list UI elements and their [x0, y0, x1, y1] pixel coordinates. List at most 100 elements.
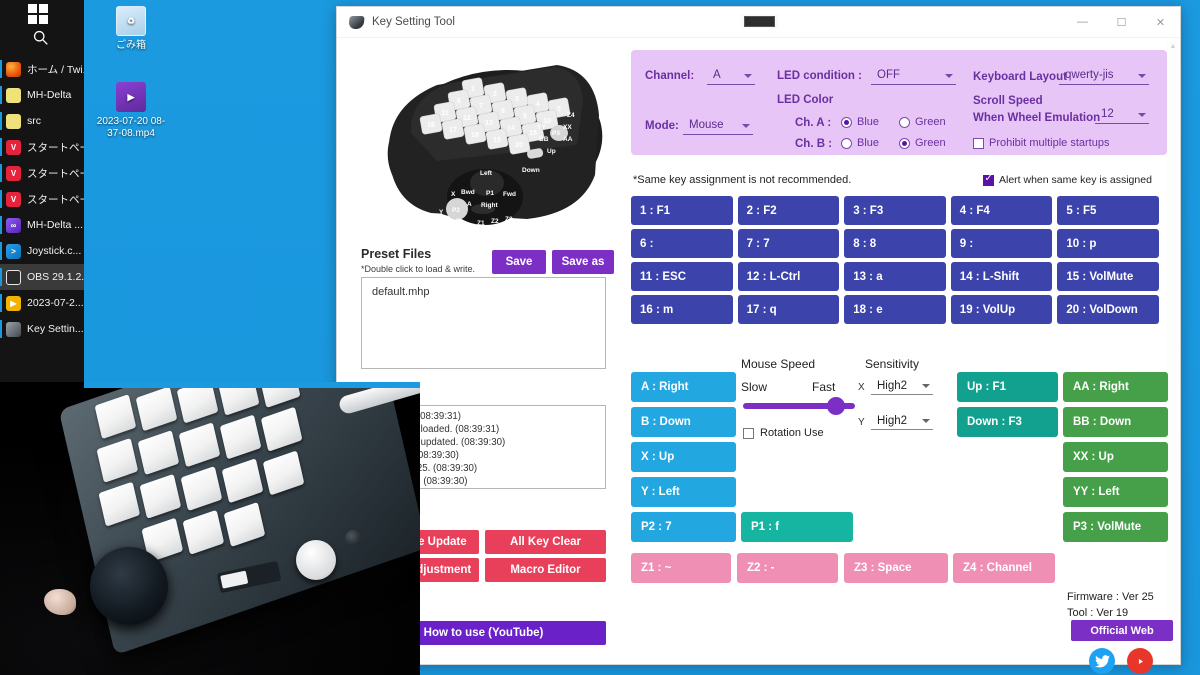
sensitivity-y-select[interactable]: High2	[871, 411, 933, 430]
key-button-8[interactable]: 8 : 8	[844, 229, 946, 258]
active-indicator	[0, 216, 2, 234]
screen: ♻ ごみ箱 ▶ 2023-07-20 08-37-08.mp4 ホーム / Tw…	[0, 0, 1200, 675]
mouse-speed-slider-thumb[interactable]	[827, 397, 845, 415]
save-button[interactable]: Save	[492, 250, 546, 274]
ch-b-blue-radio[interactable]: Blue	[841, 137, 879, 149]
minimize-button[interactable]: —	[1063, 7, 1102, 38]
window-scrollbar[interactable]	[1167, 39, 1179, 663]
radio-icon[interactable]	[899, 137, 910, 149]
key-button-2[interactable]: 2 : F2	[737, 196, 840, 225]
ch-a-green-radio[interactable]: Green	[899, 116, 946, 128]
title-bar[interactable]: Key Setting Tool — ☐ ✕	[337, 7, 1180, 38]
taskbar-item-obs[interactable]: OBS 29.1.2...	[0, 264, 84, 290]
key-button-13[interactable]: 13 : a	[844, 262, 946, 291]
stick-button-x[interactable]: X : Up	[631, 442, 736, 472]
all-key-clear-button[interactable]: All Key Clear	[485, 530, 606, 554]
official-web-button[interactable]: Official Web	[1071, 620, 1173, 641]
tool-version: Tool : Ver 19	[1067, 607, 1129, 619]
taskbar-item-firefox[interactable]: ホーム / Twi...	[0, 56, 84, 82]
taskbar-item-vivaldi-2[interactable]: V スタートペー...	[0, 160, 84, 186]
stick-button-p1[interactable]: P1 : f	[741, 512, 853, 542]
prohibit-multiple-startups-checkbox[interactable]: Prohibit multiple startups	[973, 137, 1109, 149]
checkbox-icon[interactable]	[973, 137, 984, 149]
key-button-3[interactable]: 3 : F3	[844, 196, 946, 225]
preset-file-item[interactable]: default.mhp	[372, 286, 595, 298]
key-button-20[interactable]: 20 : VolDown	[1057, 295, 1159, 324]
key-button-5[interactable]: 5 : F5	[1057, 196, 1159, 225]
key-button-12[interactable]: 12 : L-Ctrl	[737, 262, 840, 291]
keyboard-layout-select[interactable]: qwerty-jis	[1059, 67, 1149, 85]
scroll-up-arrow[interactable]: ▲	[1169, 43, 1177, 51]
taskbar-item-visual-studio[interactable]: ∞ MH-Delta ...	[0, 212, 84, 238]
radio-icon[interactable]	[841, 116, 852, 128]
key-button-9[interactable]: 9 :	[950, 229, 1053, 258]
stick-button-down[interactable]: Down : F3	[957, 407, 1058, 437]
sensitivity-x-select[interactable]: High2	[871, 376, 933, 395]
stick-button-b[interactable]: B : Down	[631, 407, 736, 437]
save-as-button[interactable]: Save as	[552, 250, 614, 274]
stick-button-y[interactable]: Y : Left	[631, 477, 736, 507]
stick-button-bb[interactable]: BB : Down	[1063, 407, 1168, 437]
key-button-7[interactable]: 7 : 7	[737, 229, 840, 258]
desktop-icon-video-file[interactable]: ▶ 2023-07-20 08-37-08.mp4	[92, 82, 170, 140]
key-button-11[interactable]: 11 : ESC	[631, 262, 733, 291]
stick-button-z2[interactable]: Z2 : -	[737, 553, 838, 583]
desktop-icon-label: ごみ箱	[116, 40, 146, 51]
twitter-icon[interactable]	[1089, 648, 1115, 674]
close-button[interactable]: ✕	[1141, 7, 1180, 38]
taskbar-item-vivaldi-3[interactable]: V スタートペー...	[0, 186, 84, 212]
taskbar-item-mh-delta-folder[interactable]: MH-Delta	[0, 82, 84, 108]
key-button-1[interactable]: 1 : F1	[631, 196, 733, 225]
alert-same-key-checkbox[interactable]: Alert when same key is assigned	[983, 173, 1152, 186]
scroll-speed-label-line1: Scroll Speed	[973, 95, 1043, 107]
key-setting-tool-icon	[6, 321, 21, 337]
checkbox-icon[interactable]	[983, 173, 994, 186]
key-button-6[interactable]: 6 :	[631, 229, 733, 258]
key-button-4[interactable]: 4 : F4	[950, 196, 1053, 225]
stick-button-up[interactable]: Up : F1	[957, 372, 1058, 402]
desktop-icon-recycle-bin[interactable]: ♻ ごみ箱	[92, 6, 170, 52]
key-button-16[interactable]: 16 : m	[631, 295, 733, 324]
ch-b-green-radio[interactable]: Green	[899, 137, 946, 149]
key-button-10[interactable]: 10 : p	[1057, 229, 1159, 258]
webcam-notch	[741, 14, 778, 28]
radio-icon[interactable]	[899, 116, 910, 128]
mode-select[interactable]: Mouse	[683, 117, 753, 135]
key-button-17[interactable]: 17 : q	[737, 295, 840, 324]
rotation-use-checkbox[interactable]: Rotation Use	[743, 427, 824, 439]
stick-button-p2[interactable]: P2 : 7	[631, 512, 736, 542]
key-button-19[interactable]: 19 : VolUp	[950, 295, 1053, 324]
stick-button-aa[interactable]: AA : Right	[1063, 372, 1168, 402]
key-button-18[interactable]: 18 : e	[844, 295, 946, 324]
stick-button-z1[interactable]: Z1 : ~	[631, 553, 731, 583]
stick-button-z4[interactable]: Z4 : Channel	[953, 553, 1055, 583]
maximize-button[interactable]: ☐	[1102, 7, 1141, 38]
youtube-icon[interactable]	[1127, 648, 1153, 674]
checkbox-icon[interactable]	[743, 427, 754, 439]
channel-select[interactable]: A	[707, 67, 755, 85]
taskbar-item-vscode[interactable]: > Joystick.c...	[0, 238, 84, 264]
windows-start-icon[interactable]	[28, 4, 48, 24]
video-top-strip	[84, 382, 420, 388]
radio-icon[interactable]	[841, 137, 852, 149]
key-button-14[interactable]: 14 : L-Shift	[950, 262, 1053, 291]
ch-a-blue-radio[interactable]: Blue	[841, 116, 879, 128]
preset-files-list[interactable]: default.mhp	[361, 277, 606, 369]
taskbar-item-key-setting-tool[interactable]: Key Settin...	[0, 316, 84, 342]
macro-editor-button[interactable]: Macro Editor	[485, 558, 606, 582]
stick-button-yy[interactable]: YY : Left	[1063, 477, 1168, 507]
stick-button-a[interactable]: A : Right	[631, 372, 736, 402]
stick-button-z3[interactable]: Z3 : Space	[844, 553, 948, 583]
taskbar-item-src-folder[interactable]: src	[0, 108, 84, 134]
taskbar-item-vlc-video[interactable]: ▶ 2023-07-2...	[0, 290, 84, 316]
svg-text:7: 7	[479, 103, 483, 110]
search-icon[interactable]	[32, 29, 49, 46]
key-button-15[interactable]: 15 : VolMute	[1057, 262, 1159, 291]
svg-text:X: X	[451, 191, 456, 198]
svg-text:B: B	[456, 218, 461, 225]
stick-button-xx[interactable]: XX : Up	[1063, 442, 1168, 472]
stick-button-p3[interactable]: P3 : VolMute	[1063, 512, 1168, 542]
led-condition-select[interactable]: OFF	[871, 67, 956, 85]
scroll-speed-select[interactable]: 12	[1095, 106, 1149, 124]
taskbar-item-vivaldi-1[interactable]: V スタートペー...	[0, 134, 84, 160]
